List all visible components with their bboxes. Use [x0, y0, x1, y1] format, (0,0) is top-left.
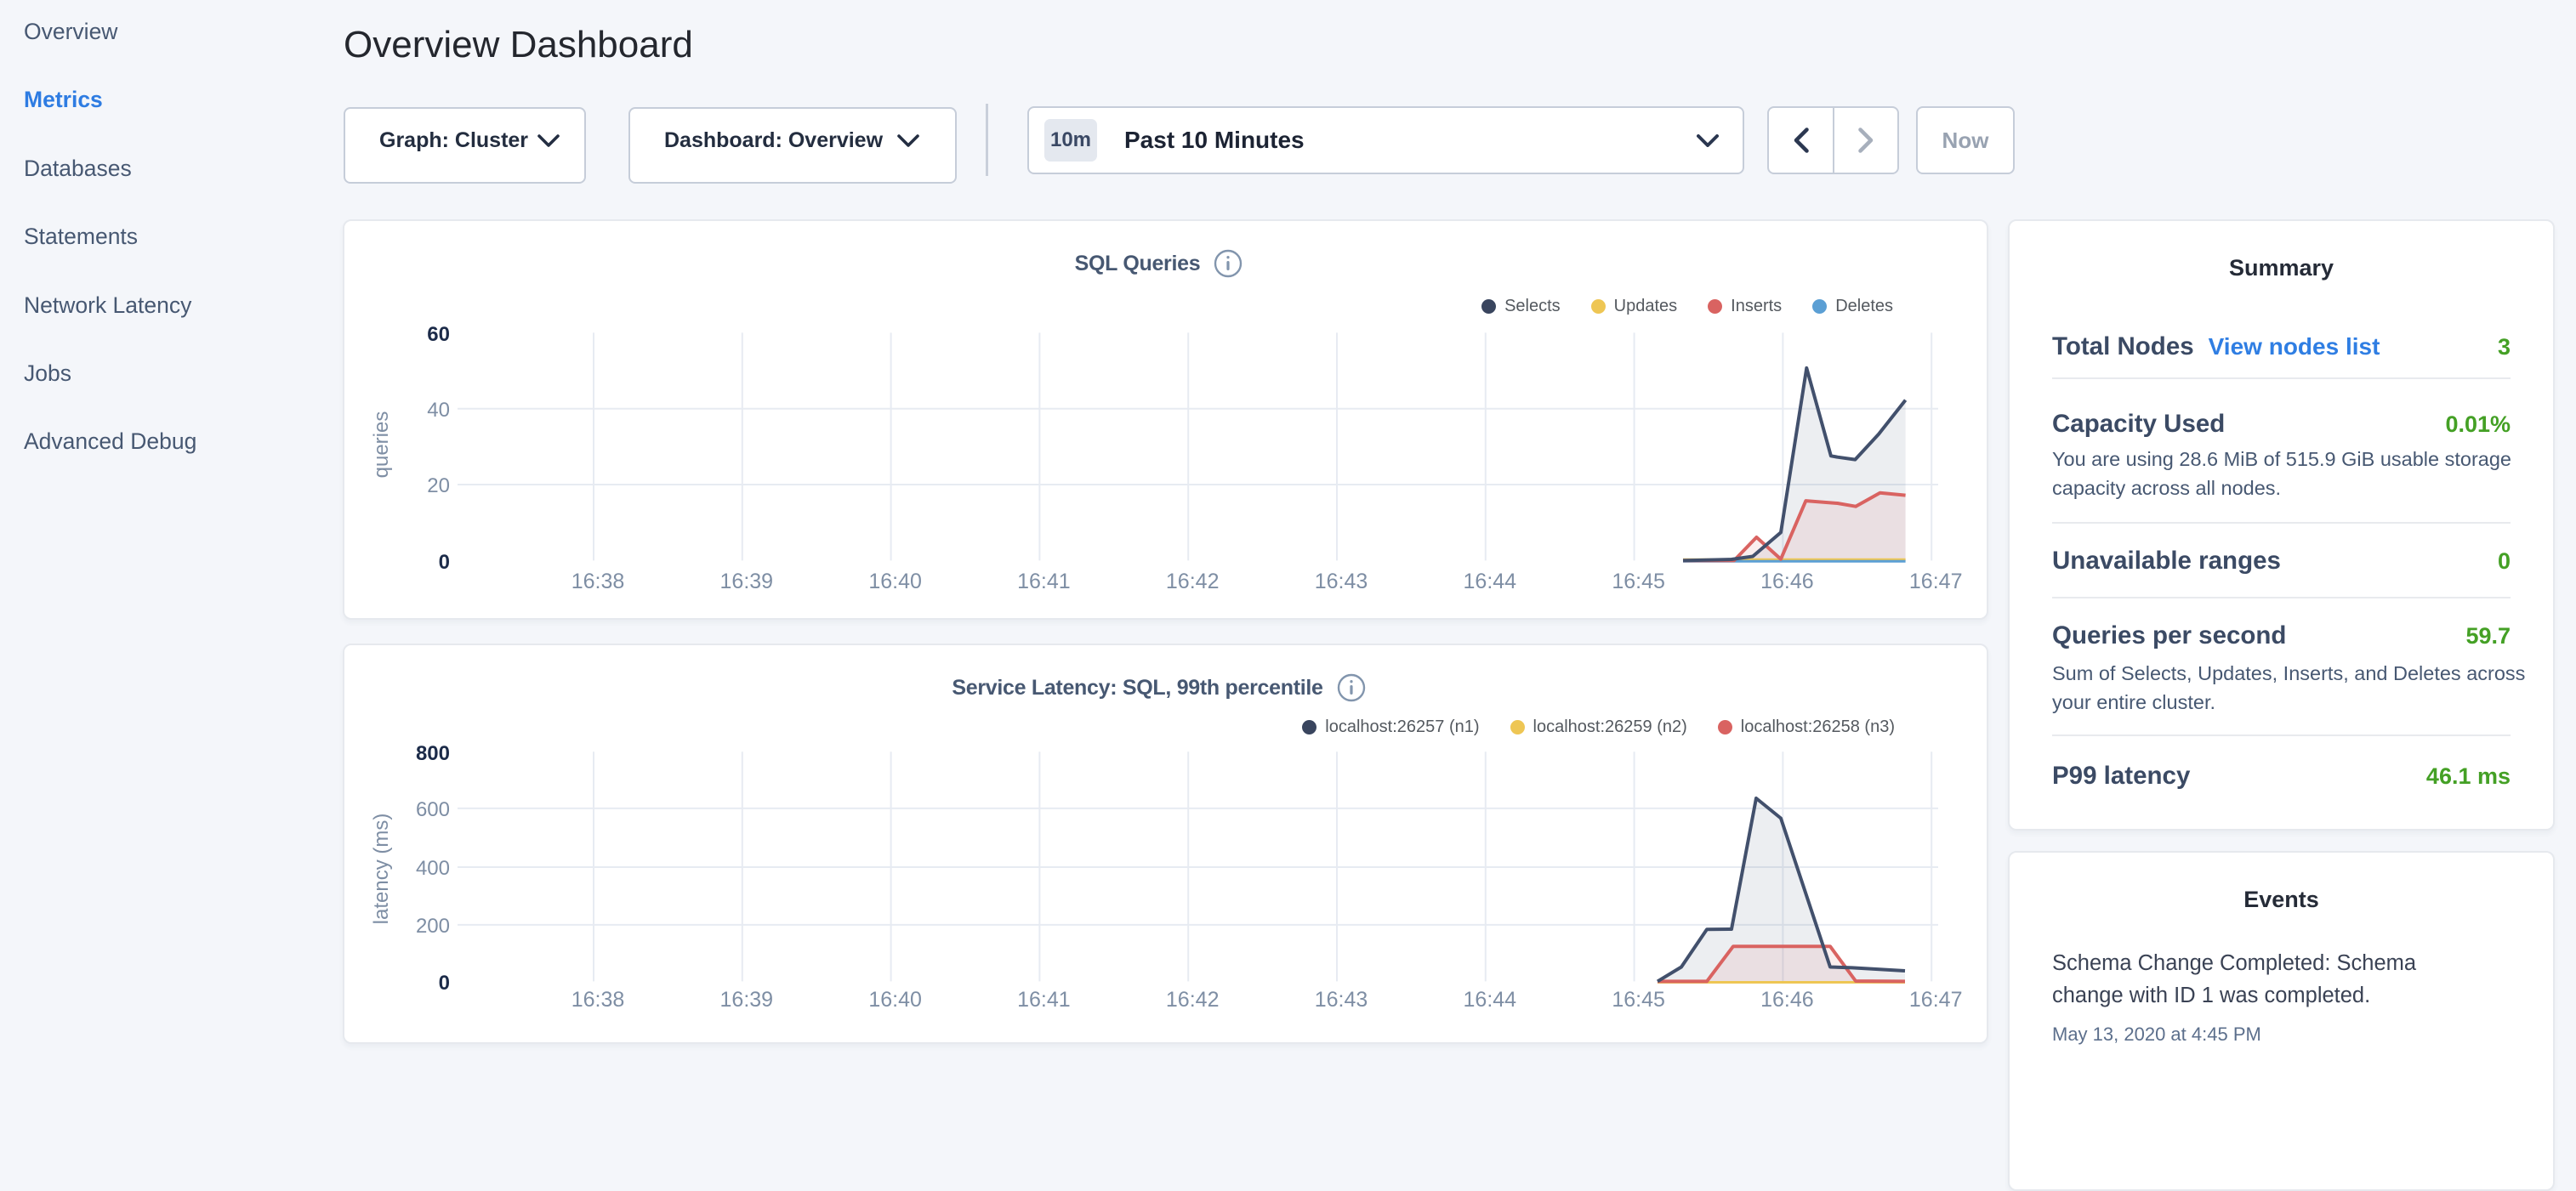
svg-text:16:44: 16:44: [1464, 570, 1517, 593]
svg-text:16:39: 16:39: [720, 988, 774, 1012]
svg-text:16:44: 16:44: [1464, 988, 1517, 1012]
svg-text:16:39: 16:39: [720, 570, 774, 593]
svg-text:16:42: 16:42: [1166, 570, 1220, 593]
svg-text:16:46: 16:46: [1760, 988, 1814, 1012]
svg-text:16:43: 16:43: [1315, 988, 1368, 1012]
svg-text:400: 400: [416, 857, 450, 880]
svg-text:16:40: 16:40: [868, 570, 922, 593]
svg-text:600: 600: [416, 798, 450, 821]
svg-text:16:47: 16:47: [1909, 570, 1963, 593]
svg-text:16:47: 16:47: [1909, 988, 1963, 1012]
svg-text:200: 200: [416, 915, 450, 938]
svg-text:16:45: 16:45: [1612, 570, 1665, 593]
svg-text:0: 0: [439, 551, 450, 574]
svg-text:16:38: 16:38: [571, 988, 625, 1012]
svg-text:16:38: 16:38: [571, 570, 625, 593]
svg-text:16:41: 16:41: [1017, 988, 1071, 1012]
svg-text:800: 800: [416, 742, 450, 765]
svg-text:queries: queries: [370, 411, 393, 479]
svg-text:latency (ms): latency (ms): [370, 814, 393, 925]
svg-text:0: 0: [439, 972, 450, 995]
svg-text:16:40: 16:40: [868, 988, 922, 1012]
svg-text:16:41: 16:41: [1017, 570, 1071, 593]
svg-text:40: 40: [427, 399, 450, 422]
svg-text:16:42: 16:42: [1166, 988, 1220, 1012]
svg-text:60: 60: [427, 323, 450, 346]
svg-text:16:43: 16:43: [1315, 570, 1368, 593]
svg-text:20: 20: [427, 474, 450, 497]
svg-text:16:46: 16:46: [1760, 570, 1814, 593]
svg-text:16:45: 16:45: [1612, 988, 1665, 1012]
